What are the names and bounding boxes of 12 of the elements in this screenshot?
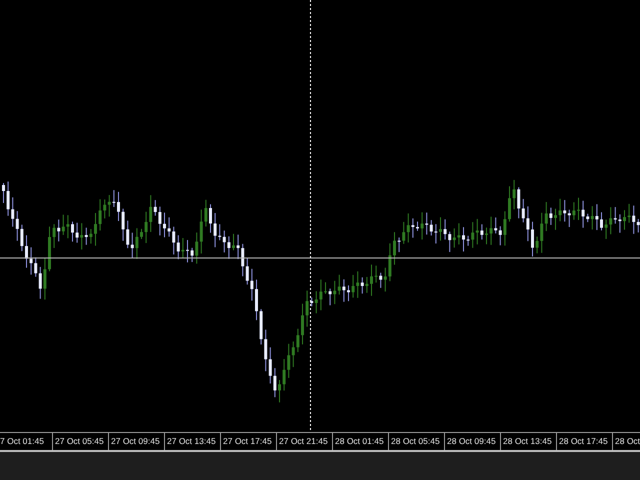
time-axis-label: 27 Oct 21:45 <box>276 433 332 450</box>
time-axis-label: 28 Oct 05:45 <box>388 433 444 450</box>
time-axis-label: 28 Oct 13:45 <box>500 433 556 450</box>
time-axis-label: 27 Oct 13:45 <box>164 433 220 450</box>
time-axis-label: 28 Oct 09:45 <box>444 433 500 450</box>
time-axis-label: 28 Oct 01:45 <box>332 433 388 450</box>
time-axis-label: 28 Oct 17:45 <box>556 433 612 450</box>
time-axis-label: 27 Oct 17:45 <box>220 433 276 450</box>
time-axis-label: 27 Oct 09:45 <box>108 433 164 450</box>
time-axis-label: 28 Oct <box>612 433 640 450</box>
time-axis-label: 7 Oct 01:45 <box>0 435 45 448</box>
time-axis-label: 27 Oct 05:45 <box>52 433 108 450</box>
